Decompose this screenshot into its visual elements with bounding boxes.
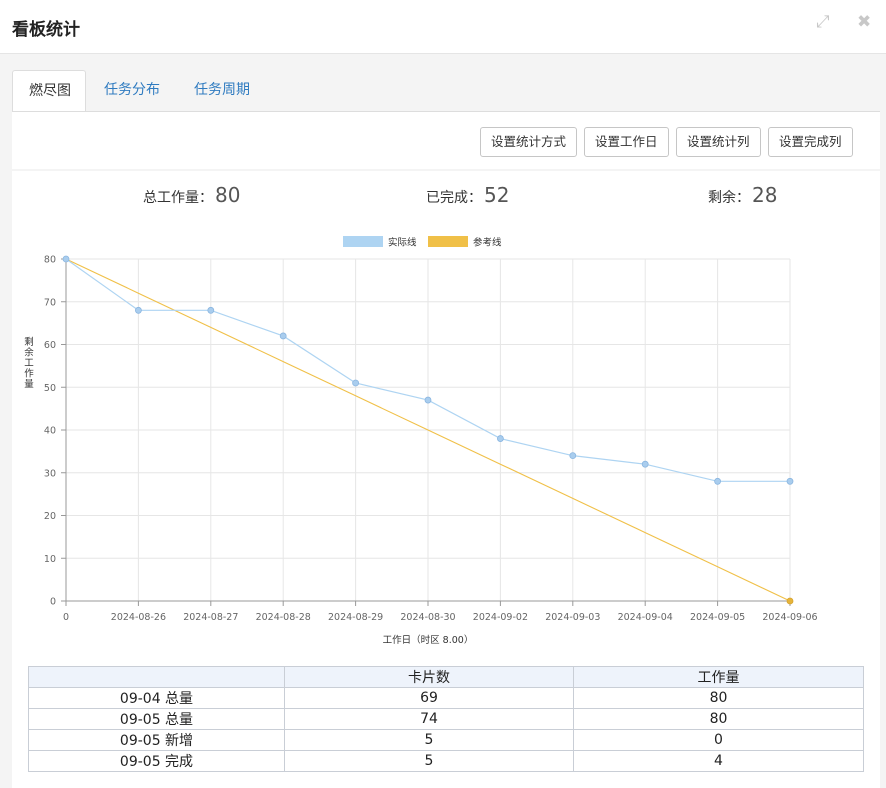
window-title: 看板统计 [12,20,80,40]
table-cell: 5 [284,729,574,751]
data-point [62,255,70,263]
x-tick-label: 0 [63,612,69,623]
table-header-cell: 卡片数 [284,666,574,688]
data-point [135,306,142,314]
data-point [569,452,577,460]
tab-task-distribution[interactable]: 任务分布 [88,70,176,112]
y-axis-label-char: 剩 [24,336,34,348]
x-tick-label: 2024-08-28 [256,612,311,623]
y-tick-label: 10 [44,554,56,565]
legend-swatch [428,236,468,247]
y-tick-label: 70 [44,297,56,308]
table-cell: 80 [573,708,864,730]
x-tick-label: 2024-09-06 [762,612,817,623]
y-axis-label-char: 作 [24,368,34,380]
y-axis-label-char: 工 [24,358,34,369]
table-cell: 4 [573,750,864,772]
set-stat-column-button[interactable]: 设置统计列 [676,127,761,157]
set-stat-method-button[interactable]: 设置统计方式 [480,127,578,157]
set-done-column-button[interactable]: 设置完成列 [768,127,853,157]
data-point [207,306,215,314]
y-tick-label: 50 [44,383,56,394]
data-point [714,477,721,485]
y-tick-label: 40 [44,426,56,437]
x-tick-label: 2024-08-30 [400,612,455,623]
table-row: 09-05 总量 74 80 [28,708,864,730]
legend-label: 参考线 [473,237,502,249]
data-point [496,435,504,442]
y-tick-label: 60 [44,340,56,351]
y-tick-label: 80 [44,255,56,266]
table-row: 09-05 新增 5 0 [28,729,864,751]
x-tick-label: 2024-09-03 [545,612,600,623]
x-axis-label: 工作日（时区 8.00） [383,634,474,646]
table-cell: 69 [284,687,574,709]
set-workday-button[interactable]: 设置工作日 [584,127,669,157]
x-tick-label: 2024-09-02 [473,612,528,623]
x-tick-label: 2024-09-05 [690,612,745,623]
table-header-cell: 工作量 [573,666,864,688]
table-cell: 09-04 总量 [28,687,285,709]
tab-task-cycle[interactable]: 任务周期 [178,70,266,112]
data-point [786,477,794,485]
y-tick-label: 30 [44,468,56,479]
close-icon[interactable]: ✖ [857,12,871,32]
table-cell: 74 [284,708,574,730]
table-header-row: 卡片数 工作量 [28,666,864,688]
x-tick-label: 2024-08-29 [328,612,383,623]
table-cell: 09-05 新增 [28,729,285,751]
table-cell: 5 [284,750,574,772]
table-row: 09-05 完成 5 4 [28,750,864,772]
x-tick-label: 2024-08-26 [111,612,166,623]
y-axis-label-char: 余 [24,347,34,359]
y-axis-label-char: 量 [24,379,34,390]
x-tick-label: 2024-08-27 [183,612,238,623]
legend-swatch [343,236,383,247]
maximize-icon[interactable]: ⤢ [816,12,830,32]
burndown-chart: 0 10 20 30 40 50 60 70 80 0 2024-08-26 2024-08-27 20… [24,236,818,646]
table-cell: 0 [573,729,864,751]
data-point [424,396,432,404]
table-cell: 09-05 完成 [28,750,285,772]
stats-table: 卡片数 工作量 09-04 总量 69 80 09-05 总量 74 80 09… [28,666,864,772]
legend-label: 实际线 [388,237,417,249]
burndown-panel: 总工作量： 80 已完成： 52 剩余： 28 0 10 20 30 40 50 60 70 80 0 2… [12,171,880,788]
table-row: 09-04 总量 69 80 [28,687,864,709]
y-tick-label: 20 [44,511,56,522]
table-cell: 09-05 总量 [28,708,285,730]
data-point [786,597,794,605]
y-tick-label: 0 [50,597,56,608]
data-point [641,460,649,468]
window-body: 燃尽图 任务分布 任务周期 设置统计方式 设置工作日 设置统计列 设置完成列 总… [0,54,886,788]
tab-burndown[interactable]: 燃尽图 [12,70,86,112]
table-header-cell [28,666,285,688]
data-point [279,332,287,340]
window-titlebar: 看板统计 ⤢ ✖ [0,0,886,54]
x-tick-label: 2024-09-04 [618,612,673,623]
toolbar: 设置统计方式 设置工作日 设置统计列 设置完成列 [12,111,880,169]
table-cell: 80 [573,687,864,709]
data-point [352,379,360,387]
